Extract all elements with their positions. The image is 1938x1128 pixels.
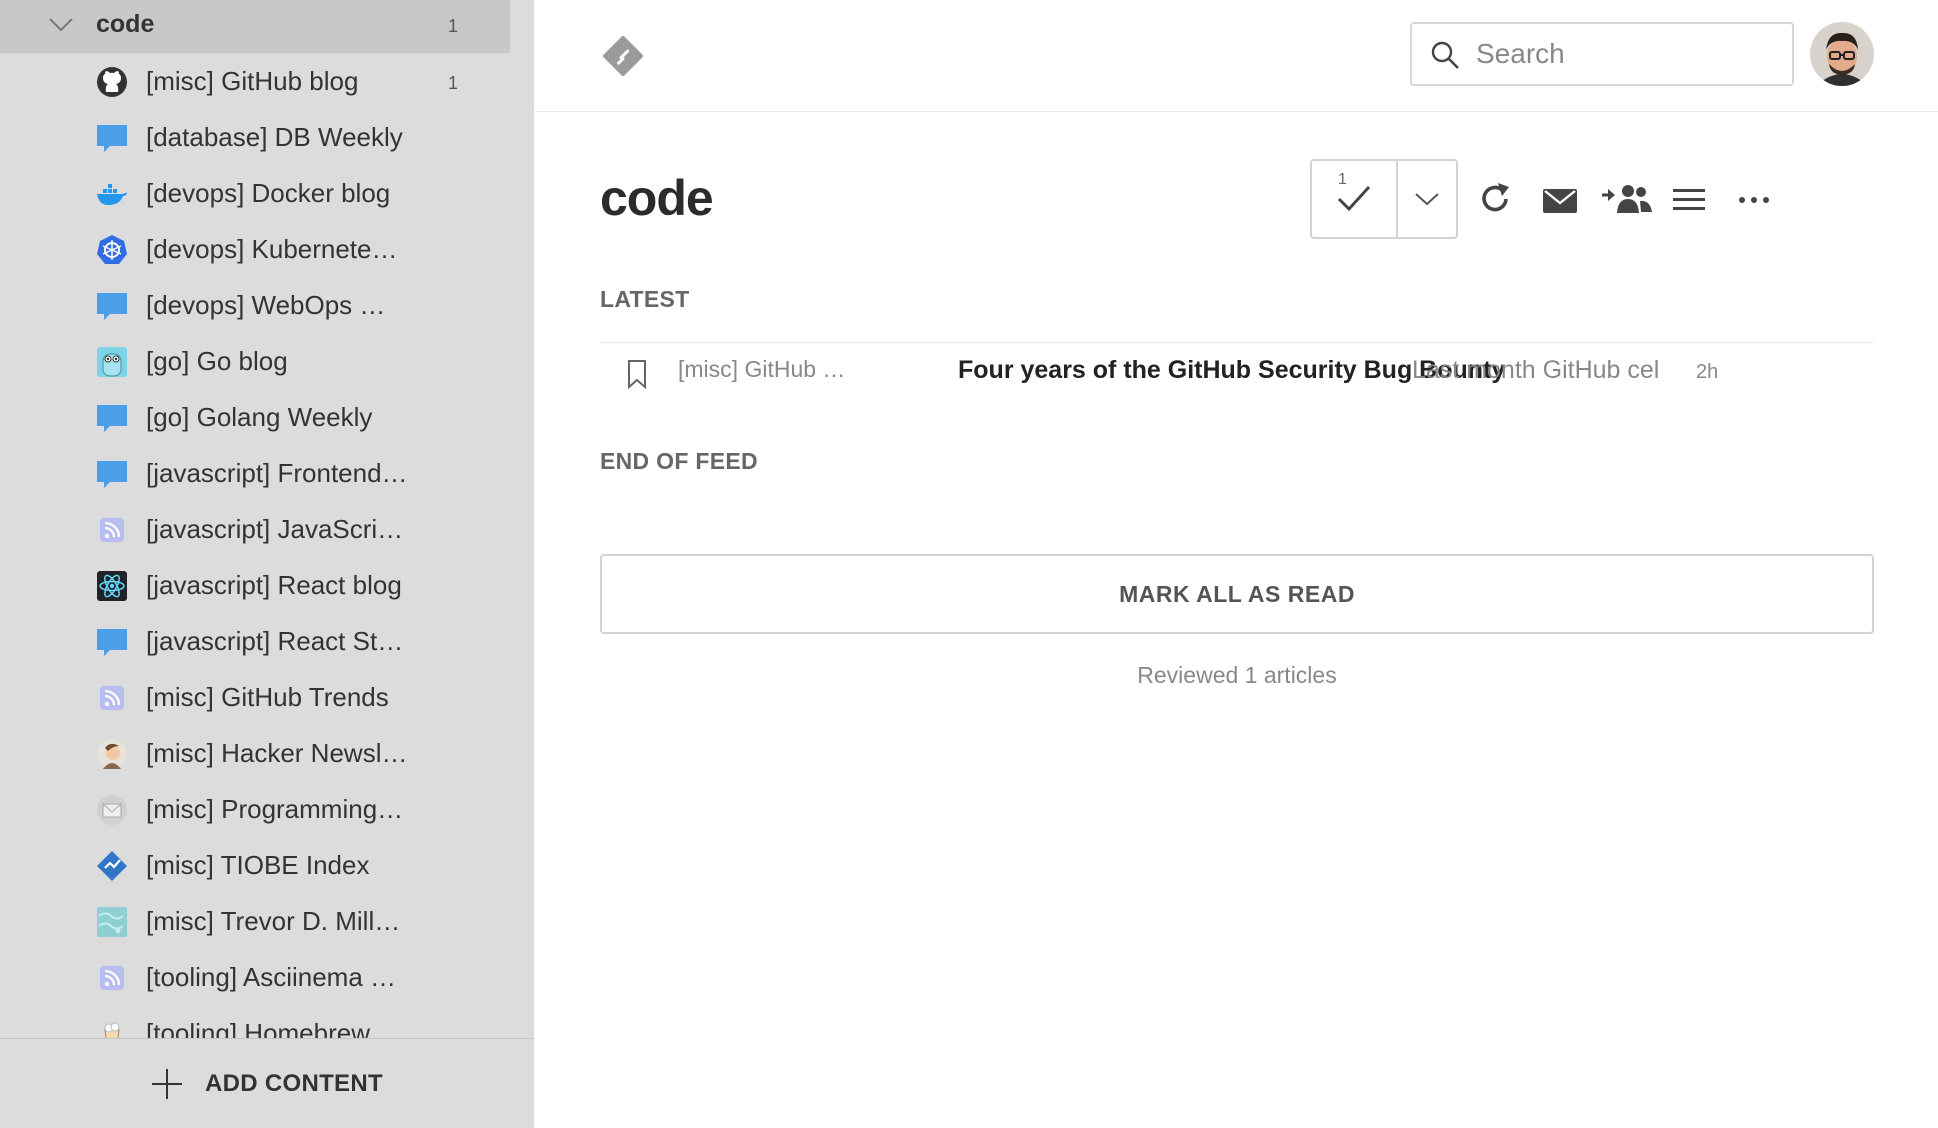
sidebar-item-frontend[interactable]: [javascript] Frontend… (0, 445, 510, 501)
sidebar-group-code[interactable]: code 1 (0, 0, 510, 53)
kubernetes-icon (97, 235, 127, 264)
sidebar-item-homebrew[interactable]: [tooling] Homebrew (0, 1005, 510, 1038)
share-team-icon (1602, 185, 1652, 213)
article-age: 2h (1696, 361, 1719, 383)
sidebar-item-github-blog[interactable]: [misc] GitHub blog 1 (0, 53, 510, 109)
chat-bubble-icon (97, 629, 127, 656)
sidebar-item-programming[interactable]: [misc] Programming… (0, 781, 510, 837)
article-summary: Last month GitHub cel (1412, 356, 1660, 384)
sidebar-feed-list[interactable]: code 1 [misc] GitHub blog 1 [database] D… (0, 0, 534, 1038)
envelope-icon (97, 795, 127, 825)
chevron-down-icon[interactable] (48, 14, 74, 34)
sidebar-item-docker-blog[interactable]: [devops] Docker blog (0, 165, 510, 221)
sidebar-item-kubernetes[interactable]: [devops] Kubernete… (0, 221, 510, 277)
sidebar-item-label: [misc] Hacker Newsl… (146, 738, 408, 768)
sidebar-item-label: [tooling] Asciinema … (146, 962, 397, 992)
chat-bubble-icon (97, 461, 127, 488)
search-icon (1431, 41, 1459, 69)
docker-icon (97, 184, 127, 205)
app-root: code 1 [misc] GitHub blog 1 [database] D… (0, 0, 1938, 1128)
sidebar-group-label: code (96, 10, 155, 38)
pattern-icon (97, 907, 127, 937)
github-icon (97, 67, 127, 97)
sidebar-item-label: [javascript] React St… (146, 626, 404, 656)
mark-as-read-button[interactable]: 1 (1312, 161, 1396, 237)
menu-lines-icon (1673, 189, 1705, 210)
share-with-team-button[interactable] (1600, 179, 1652, 223)
rss-icon (100, 966, 124, 990)
refresh-button[interactable] (1471, 179, 1519, 223)
chat-bubble-icon (97, 405, 127, 432)
end-of-feed-label: END OF FEED (600, 448, 758, 474)
sidebar-item-label: [misc] TIOBE Index (146, 850, 370, 880)
reviewed-count-text: Reviewed 1 articles (1137, 662, 1337, 688)
add-content-button[interactable]: ADD CONTENT (0, 1038, 534, 1128)
page-title: code (600, 170, 714, 226)
email-button[interactable] (1536, 179, 1584, 223)
sidebar-item-webops[interactable]: [devops] WebOps … (0, 277, 510, 333)
sidebar: code 1 [misc] GitHub blog 1 [database] D… (0, 0, 534, 1128)
rss-icon (100, 518, 124, 542)
article-row[interactable]: [misc] GitHub … Four years of the GitHub… (600, 342, 1874, 402)
sidebar-item-hacker-newsletter[interactable]: [misc] Hacker Newsl… (0, 725, 510, 781)
search-box[interactable] (1410, 22, 1794, 86)
sidebar-item-label: [devops] WebOps … (146, 290, 386, 320)
sidebar-item-label: [misc] Trevor D. Mill… (146, 906, 401, 936)
sidebar-item-label: [go] Golang Weekly (146, 402, 373, 432)
article-source[interactable]: [misc] GitHub … (678, 356, 845, 383)
sidebar-item-label: [database] DB Weekly (146, 122, 403, 152)
sidebar-item-label: [javascript] Frontend… (146, 458, 408, 488)
sidebar-item-github-trends[interactable]: [misc] GitHub Trends (0, 669, 510, 725)
sidebar-item-label: [go] Go blog (146, 346, 288, 376)
homebrew-icon (104, 1022, 120, 1038)
main-content: code 1 LATEST [misc] GitHub … Four years… (534, 113, 1938, 1128)
sidebar-item-react-blog[interactable]: [javascript] React blog (0, 557, 510, 613)
add-content-label: ADD CONTENT (205, 1070, 383, 1097)
search-input[interactable] (1476, 34, 1776, 74)
sidebar-group-count: 1 (448, 16, 459, 36)
sidebar-item-asciinema[interactable]: [tooling] Asciinema … (0, 949, 510, 1005)
rss-icon (100, 686, 124, 710)
feedly-logo-icon[interactable] (602, 36, 644, 76)
sidebar-item-react-status[interactable]: [javascript] React St… (0, 613, 510, 669)
sidebar-item-label: [misc] Programming… (146, 794, 404, 824)
sidebar-item-label: [javascript] React blog (146, 570, 402, 600)
tiobe-icon (97, 851, 127, 881)
bookmark-icon[interactable] (626, 359, 648, 389)
sidebar-item-label: [tooling] Homebrew (146, 1018, 370, 1038)
sidebar-item-trevor-miller[interactable]: [misc] Trevor D. Mill… (0, 893, 510, 949)
envelope-icon (1543, 189, 1577, 213)
mark-all-as-read-button[interactable]: MARK ALL AS READ (600, 554, 1874, 634)
refresh-icon (1482, 183, 1509, 212)
user-avatar[interactable] (1810, 22, 1874, 86)
chevron-down-icon (1415, 193, 1439, 206)
react-icon (97, 571, 127, 601)
hacker-newsletter-icon (97, 739, 127, 769)
top-bar (534, 0, 1938, 112)
chat-bubble-icon (97, 293, 127, 320)
sidebar-item-golang-weekly[interactable]: [go] Golang Weekly (0, 389, 510, 445)
mark-as-read-group: 1 (1310, 159, 1458, 239)
chat-bubble-icon (97, 125, 127, 152)
sidebar-item-label: [devops] Kubernete… (146, 234, 398, 264)
sidebar-item-label: [javascript] JavaScri… (146, 514, 404, 544)
checkmark-icon (1337, 185, 1371, 212)
sidebar-item-javascript[interactable]: [javascript] JavaScri… (0, 501, 510, 557)
more-dots-icon (1739, 197, 1769, 203)
sidebar-item-label: [misc] GitHub Trends (146, 682, 389, 712)
mark-as-read-options-button[interactable] (1398, 161, 1456, 237)
layout-button[interactable] (1665, 179, 1713, 223)
sidebar-item-count: 1 (448, 73, 459, 93)
sidebar-item-label: [misc] GitHub blog (146, 66, 359, 96)
sidebar-item-db-weekly[interactable]: [database] DB Weekly (0, 109, 510, 165)
more-options-button[interactable] (1730, 179, 1778, 223)
sidebar-item-tiobe[interactable]: [misc] TIOBE Index (0, 837, 510, 893)
gopher-icon (97, 347, 127, 377)
sidebar-item-label: [devops] Docker blog (146, 178, 391, 208)
avatar-image (1810, 22, 1874, 86)
sidebar-item-go-blog[interactable]: [go] Go blog (0, 333, 510, 389)
plus-icon (152, 1069, 182, 1099)
latest-heading: LATEST (600, 286, 690, 312)
